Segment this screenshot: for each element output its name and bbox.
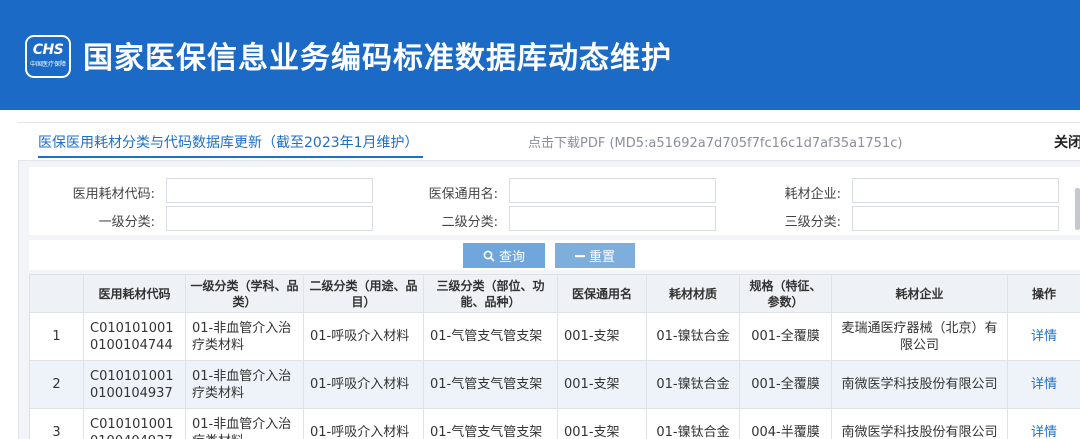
table-row: 3 C0101010010100404937 01-非血管介入治疗类材料 01-…: [29, 408, 1080, 439]
col-action-header: 操作: [1007, 274, 1080, 313]
minus-icon: [574, 251, 585, 261]
query-label: 查询: [498, 250, 525, 265]
row-level3: 01-气管支气管支架: [423, 312, 558, 361]
level3-label: 三级分类:: [784, 215, 841, 230]
col-level2-header: 二级分类（用途、品目）: [303, 274, 424, 313]
col-company-header: 耗材企业: [831, 274, 1008, 313]
row-detail-link[interactable]: 详情: [1007, 360, 1080, 409]
level1-select[interactable]: [166, 206, 373, 231]
row-spec: 004-半覆膜: [739, 408, 832, 439]
search-icon: [483, 250, 495, 262]
row-level3: 01-气管支气管支架: [423, 408, 558, 439]
company-input[interactable]: [852, 178, 1059, 203]
row-index: 3: [29, 408, 84, 439]
row-level2: 01-呼吸介入材料: [303, 360, 424, 409]
row-index: 2: [29, 360, 84, 409]
row-material: 01-镍钛合金: [646, 360, 740, 409]
level2-select[interactable]: [509, 206, 716, 231]
logo-mark: CHS: [32, 42, 64, 58]
row-spec: 001-全覆膜: [739, 360, 832, 409]
chs-logo: CHS 中国医疗保障: [25, 35, 71, 78]
logo-subtitle: 中国医疗保障: [29, 61, 66, 68]
row-company: 南微医学科技股份有限公司: [831, 408, 1008, 439]
table-header-row: 医用耗材代码 一级分类（学科、品类） 二级分类（用途、品目） 三级分类（部位、功…: [29, 274, 1080, 313]
col-code-header: 医用耗材代码: [83, 274, 186, 313]
row-code: C0101010010100104937: [83, 360, 186, 409]
row-generic-name: 001-支架: [557, 360, 647, 409]
site-title: 国家医保信息业务编码标准数据库动态维护: [83, 41, 672, 76]
row-generic-name: 001-支架: [557, 408, 647, 439]
row-level1: 01-非血管介入治疗类材料: [185, 312, 304, 361]
query-button[interactable]: 查询: [463, 243, 545, 268]
row-code: C0101010010100104744: [83, 312, 186, 361]
row-code: C0101010010100404937: [83, 408, 186, 439]
scrollbar-thumb[interactable]: [1075, 188, 1080, 230]
row-level3: 01-气管支气管支架: [423, 360, 558, 409]
row-generic-name: 001-支架: [557, 312, 647, 361]
level2-label: 二级分类:: [441, 215, 498, 230]
row-level2: 01-呼吸介入材料: [303, 408, 424, 439]
col-material-header: 耗材材质: [646, 274, 740, 313]
row-material: 01-镍钛合金: [646, 408, 740, 439]
row-level2: 01-呼吸介入材料: [303, 312, 424, 361]
active-tab-indicator: [38, 156, 423, 158]
table-row: 1 C0101010010100104744 01-非血管介入治疗类材料 01-…: [29, 312, 1080, 361]
level3-select[interactable]: [852, 206, 1059, 231]
row-spec: 001-全覆膜: [739, 312, 832, 361]
reset-label: 重置: [588, 250, 615, 265]
reset-button[interactable]: 重置: [555, 243, 635, 268]
row-detail-link[interactable]: 详情: [1007, 312, 1080, 361]
row-detail-link[interactable]: 详情: [1007, 408, 1080, 439]
row-index: 1: [29, 312, 84, 361]
row-level1: 01-非血管介入治疗类材料: [185, 408, 304, 439]
col-generic-name-header: 医保通用名: [557, 274, 647, 313]
col-spec-header: 规格（特征、参数）: [739, 274, 832, 313]
code-label: 医用耗材代码:: [72, 187, 155, 202]
code-input[interactable]: [166, 178, 373, 203]
row-company: 南微医学科技股份有限公司: [831, 360, 1008, 409]
col-level1-header: 一级分类（学科、品类）: [185, 274, 304, 313]
row-level1: 01-非血管介入治疗类材料: [185, 360, 304, 409]
generic-name-input[interactable]: [509, 178, 716, 203]
row-material: 01-镍钛合金: [646, 312, 740, 361]
company-label: 耗材企业:: [784, 187, 841, 202]
tab-consumables-update[interactable]: 医保医用耗材分类与代码数据库更新（截至2023年1月维护）: [38, 132, 419, 152]
table-row: 2 C0101010010100104937 01-非血管介入治疗类材料 01-…: [29, 360, 1080, 409]
row-company: 麦瑞通医疗器械（北京）有限公司: [831, 312, 1008, 361]
generic-name-label: 医保通用名:: [428, 187, 498, 202]
results-table: 医用耗材代码 一级分类（学科、品类） 二级分类（用途、品目） 三级分类（部位、功…: [29, 274, 1080, 439]
close-button[interactable]: 关闭: [1054, 132, 1080, 152]
download-pdf-link[interactable]: 点击下载PDF (MD5:a51692a7d705f7fc16c1d7af35a…: [528, 132, 902, 151]
level1-label: 一级分类:: [98, 215, 155, 230]
col-index-header: [29, 274, 84, 313]
col-level3-header: 三级分类（部位、功能、品种）: [423, 274, 558, 313]
